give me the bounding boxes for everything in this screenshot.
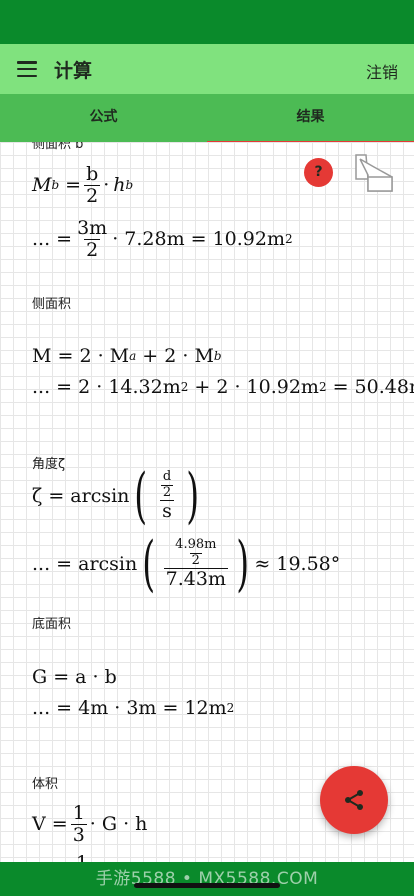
status-bar (0, 0, 414, 44)
menu-icon[interactable] (17, 61, 37, 77)
v-num: 1 (72, 802, 85, 824)
section-label-lateral: 侧面积 (32, 297, 72, 312)
mb-calc-num: 3m (77, 217, 108, 239)
v-rest: · G · h (89, 813, 148, 836)
help-button[interactable]: ? (304, 158, 333, 187)
section-label-lateral-b: 侧面积 b (32, 142, 84, 152)
mb-calc-den: 2 (84, 238, 101, 261)
zeta-den: s (160, 499, 174, 522)
zeta-result: ≈ 19.58° (254, 553, 341, 575)
home-indicator[interactable] (134, 883, 280, 888)
page-title: 计算 (54, 59, 93, 82)
formula-zeta: ζ = arcsin ( d2 s ) (32, 461, 200, 531)
results-scroll-area[interactable]: 侧面积 b Mb = b2 · hb ... = 3m 2 · 7.28m = 10… (0, 142, 414, 862)
logout-button[interactable]: 注销 (366, 59, 398, 83)
watermark-bar: 手游5588 • MX5588.COM (0, 862, 414, 896)
m-line2-c: = 50.48m (332, 376, 414, 398)
v-den: 3 (70, 823, 87, 846)
share-icon (345, 790, 363, 810)
formula-m: M = 2 · Ma + 2 · Mb (32, 345, 222, 367)
section-label-volume: 体积 (32, 777, 59, 792)
tab-formula[interactable]: 公式 (0, 94, 207, 142)
formula-g-calc: ... = 4m · 3m = 12m 2 (32, 697, 235, 719)
zeta2-inner-den: 2 (189, 552, 202, 568)
mb-h-sub: b (125, 178, 134, 193)
m-line2: ... = 2 · 14.32m (32, 376, 181, 398)
zeta-inner-num: d (162, 469, 172, 485)
formula-g: G = a · b (32, 666, 117, 688)
g-line1: G = a · b (32, 666, 117, 688)
formula-v-calc-partial: 1 (76, 852, 88, 862)
share-button[interactable] (320, 766, 388, 834)
zeta-line2: ... = arcsin (32, 553, 138, 575)
mb-frac-den: 2 (84, 184, 101, 207)
zeta-line1: ζ = arcsin (32, 485, 130, 507)
pyramid-shape-icon[interactable] (352, 151, 394, 193)
v-line2-partial: 1 (76, 852, 88, 862)
section-label-base: 底面积 (32, 617, 72, 632)
app-bar: 计算 注销 (0, 44, 414, 94)
zeta2-den: 7.43m (163, 567, 228, 590)
zeta-inner-den: 2 (160, 484, 174, 500)
g-line2: ... = 4m · 3m = 12m (32, 697, 227, 719)
formula-m-calc: ... = 2 · 14.32m2 + 2 · 10.92m2 = 50.48m… (32, 376, 414, 398)
m-line2-b: + 2 · 10.92m (194, 376, 319, 398)
m-line1-b: + 2 · M (142, 345, 214, 367)
v-line1: V = (32, 813, 68, 836)
formula-mb: Mb = b2 · hb (32, 163, 134, 207)
zeta2-inner-num: 4.98m (175, 537, 217, 553)
formula-v: V = 13 · G · h (32, 803, 147, 846)
mb-calc-rest: · 7.28m = 10.92m (112, 228, 285, 251)
mb-frac-num: b (86, 163, 99, 185)
tab-bar: 公式 结果 (0, 94, 414, 144)
formula-zeta-calc: ... = arcsin ( 4.98m 2 7.43m ) ≈ 19.58° (32, 529, 341, 599)
tab-result[interactable]: 结果 (207, 94, 414, 144)
m-line1: M = 2 · M (32, 345, 130, 367)
formula-mb-calc: ... = 3m 2 · 7.28m = 10.92m 2 (32, 217, 293, 261)
